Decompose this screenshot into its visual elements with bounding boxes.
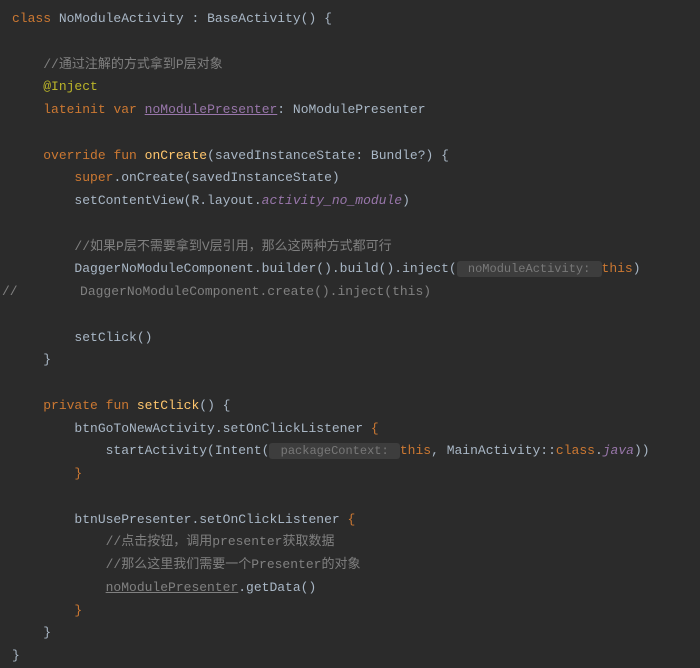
- code-line: [2, 486, 698, 509]
- code-line: DaggerNoModuleComponent.builder().build(…: [2, 258, 698, 281]
- code-line: }: [2, 463, 698, 486]
- code-line: //那么这里我们需要一个Presenter的对象: [2, 554, 698, 577]
- code-line: startActivity(Intent( packageContext: th…: [2, 440, 698, 463]
- code-line: }: [2, 622, 698, 645]
- code-line: [2, 31, 698, 54]
- code-line: private fun setClick() {: [2, 395, 698, 418]
- code-line: //如果P层不需要拿到V层引用，那么这两种方式都可行: [2, 236, 698, 259]
- code-line: }: [2, 600, 698, 623]
- code-line: }: [2, 645, 698, 668]
- param-hint: noModuleActivity:: [457, 261, 602, 277]
- code-line: }: [2, 349, 698, 372]
- code-line: [2, 304, 698, 327]
- code-line: [2, 372, 698, 395]
- code-line: super.onCreate(savedInstanceState): [2, 167, 698, 190]
- code-line: [2, 213, 698, 236]
- code-line: override fun onCreate(savedInstanceState…: [2, 145, 698, 168]
- code-line: //点击按钮，调用presenter获取数据: [2, 531, 698, 554]
- code-line: // DaggerNoModuleComponent.create().inje…: [2, 281, 698, 304]
- param-hint: packageContext:: [269, 443, 399, 459]
- code-line: class NoModuleActivity : BaseActivity() …: [2, 8, 698, 31]
- code-line: setClick(): [2, 327, 698, 350]
- code-line: setContentView(R.layout.activity_no_modu…: [2, 190, 698, 213]
- code-line: [2, 122, 698, 145]
- code-line: noModulePresenter.getData(): [2, 577, 698, 600]
- code-line: btnUsePresenter.setOnClickListener {: [2, 509, 698, 532]
- code-line: lateinit var noModulePresenter: NoModule…: [2, 99, 698, 122]
- code-editor[interactable]: class NoModuleActivity : BaseActivity() …: [2, 8, 698, 668]
- code-line: //通过注解的方式拿到P层对象: [2, 54, 698, 77]
- code-line: btnGoToNewActivity.setOnClickListener {: [2, 418, 698, 441]
- code-line: @Inject: [2, 76, 698, 99]
